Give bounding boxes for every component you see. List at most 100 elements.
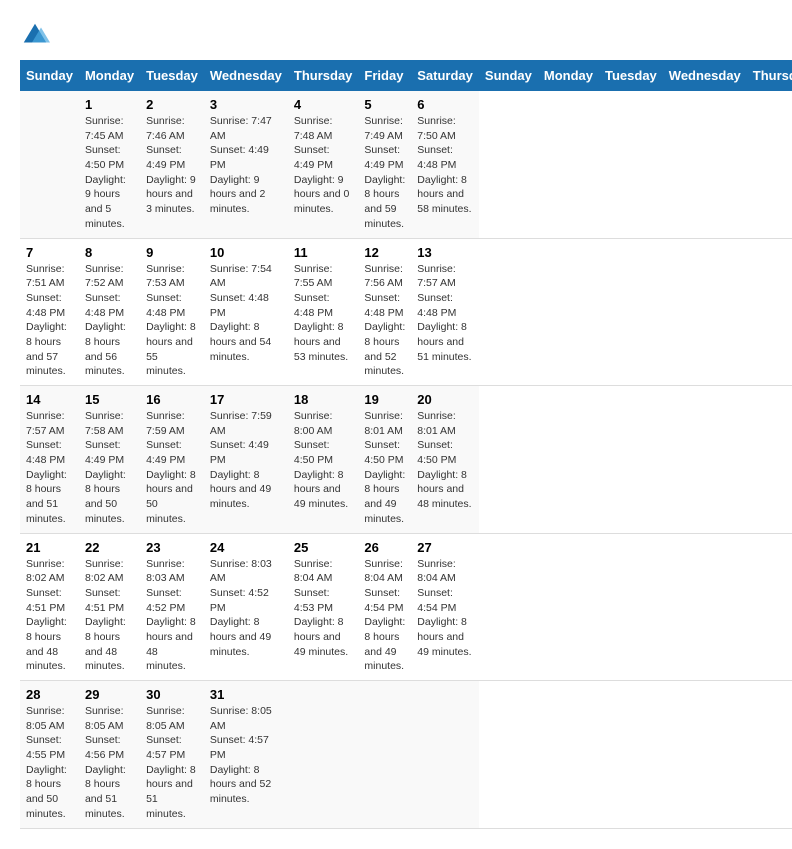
header-day-sunday: Sunday — [479, 60, 538, 91]
day-number: 11 — [294, 245, 353, 260]
day-number: 22 — [85, 540, 134, 555]
day-info: Sunrise: 7:45 AMSunset: 4:50 PMDaylight:… — [85, 114, 134, 232]
header-monday: Monday — [79, 60, 140, 91]
calendar-cell: 17 Sunrise: 7:59 AMSunset: 4:49 PMDayligh… — [204, 386, 288, 534]
calendar-cell: 3Sunrise: 7:47 AMSunset: 4:49 PMDaylight… — [204, 91, 288, 238]
calendar-cell — [358, 681, 411, 829]
calendar-cell: 25 Sunrise: 8:04 AMSunset: 4:53 PMDayligh… — [288, 533, 359, 681]
calendar-cell: 21Sunrise: 8:02 AMSunset: 4:51 PMDayligh… — [20, 533, 79, 681]
header-thursday: Thursday — [288, 60, 359, 91]
day-info: Sunrise: 8:00 AMSunset: 4:50 PMDaylight:… — [294, 409, 353, 512]
day-number: 30 — [146, 687, 198, 702]
calendar-cell: 15Sunrise: 7:58 AMSunset: 4:49 PMDayligh… — [79, 386, 140, 534]
day-number: 9 — [146, 245, 198, 260]
calendar-cell: 13 Sunrise: 7:57 AMSunset: 4:48 PMDayligh… — [411, 238, 479, 386]
calendar-cell — [20, 91, 79, 238]
calendar-cell: 2 Sunrise: 7:46 AMSunset: 4:49 PMDaylight… — [140, 91, 204, 238]
header-tuesday: Tuesday — [140, 60, 204, 91]
day-info: Sunrise: 8:05 AMSunset: 4:57 PMDaylight:… — [146, 704, 198, 822]
header-day-thursday: Thursday — [747, 60, 792, 91]
day-info: Sunrise: 7:59 AMSunset: 4:49 PMDaylight:… — [210, 409, 282, 512]
day-number: 31 — [210, 687, 282, 702]
day-number: 27 — [417, 540, 473, 555]
calendar-cell: 5 Sunrise: 7:49 AMSunset: 4:49 PMDaylight… — [358, 91, 411, 238]
calendar-week-row: 14 Sunrise: 7:57 AMSunset: 4:48 PMDayligh… — [20, 386, 792, 534]
calendar-cell: 6Sunrise: 7:50 AMSunset: 4:48 PMDaylight… — [411, 91, 479, 238]
calendar-cell: 11Sunrise: 7:55 AMSunset: 4:48 PMDayligh… — [288, 238, 359, 386]
day-info: Sunrise: 7:52 AMSunset: 4:48 PMDaylight:… — [85, 262, 134, 380]
day-info: Sunrise: 8:05 AMSunset: 4:56 PMDaylight:… — [85, 704, 134, 822]
day-info: Sunrise: 7:56 AMSunset: 4:48 PMDaylight:… — [364, 262, 405, 380]
day-info: Sunrise: 8:04 AMSunset: 4:54 PMDaylight:… — [364, 557, 405, 675]
day-number: 26 — [364, 540, 405, 555]
day-info: Sunrise: 7:46 AMSunset: 4:49 PMDaylight:… — [146, 114, 198, 217]
day-number: 5 — [364, 97, 405, 112]
day-number: 24 — [210, 540, 282, 555]
day-number: 13 — [417, 245, 473, 260]
header-friday: Friday — [358, 60, 411, 91]
day-number: 12 — [364, 245, 405, 260]
day-info: Sunrise: 7:48 AMSunset: 4:49 PMDaylight:… — [294, 114, 353, 217]
day-number: 2 — [146, 97, 198, 112]
day-number: 16 — [146, 392, 198, 407]
day-number: 1 — [85, 97, 134, 112]
day-info: Sunrise: 7:57 AMSunset: 4:48 PMDaylight:… — [26, 409, 73, 527]
calendar-cell: 7 Sunrise: 7:51 AMSunset: 4:48 PMDaylight… — [20, 238, 79, 386]
day-number: 25 — [294, 540, 353, 555]
day-number: 20 — [417, 392, 473, 407]
day-number: 10 — [210, 245, 282, 260]
day-info: Sunrise: 7:58 AMSunset: 4:49 PMDaylight:… — [85, 409, 134, 527]
logo-icon — [20, 20, 50, 50]
calendar-cell: 30 Sunrise: 8:05 AMSunset: 4:57 PMDayligh… — [140, 681, 204, 829]
day-number: 3 — [210, 97, 282, 112]
calendar-cell: 8Sunrise: 7:52 AMSunset: 4:48 PMDaylight… — [79, 238, 140, 386]
day-number: 19 — [364, 392, 405, 407]
calendar-cell: 1 Sunrise: 7:45 AMSunset: 4:50 PMDaylight… — [79, 91, 140, 238]
calendar-week-row: 7 Sunrise: 7:51 AMSunset: 4:48 PMDaylight… — [20, 238, 792, 386]
day-info: Sunrise: 8:02 AMSunset: 4:51 PMDaylight:… — [26, 557, 73, 675]
calendar-cell: 24 Sunrise: 8:03 AMSunset: 4:52 PMDayligh… — [204, 533, 288, 681]
day-number: 28 — [26, 687, 73, 702]
calendar-cell: 28 Sunrise: 8:05 AMSunset: 4:55 PMDayligh… — [20, 681, 79, 829]
day-info: Sunrise: 7:51 AMSunset: 4:48 PMDaylight:… — [26, 262, 73, 380]
calendar-week-row: 28 Sunrise: 8:05 AMSunset: 4:55 PMDayligh… — [20, 681, 792, 829]
day-number: 18 — [294, 392, 353, 407]
logo — [20, 20, 54, 50]
calendar-cell: 31Sunrise: 8:05 AMSunset: 4:57 PMDayligh… — [204, 681, 288, 829]
day-number: 7 — [26, 245, 73, 260]
calendar-cell: 22 Sunrise: 8:02 AMSunset: 4:51 PMDayligh… — [79, 533, 140, 681]
header-day-monday: Monday — [538, 60, 599, 91]
day-info: Sunrise: 8:01 AMSunset: 4:50 PMDaylight:… — [364, 409, 405, 527]
day-info: Sunrise: 7:53 AMSunset: 4:48 PMDaylight:… — [146, 262, 198, 380]
calendar-week-row: 1 Sunrise: 7:45 AMSunset: 4:50 PMDaylight… — [20, 91, 792, 238]
day-info: Sunrise: 7:49 AMSunset: 4:49 PMDaylight:… — [364, 114, 405, 232]
calendar-cell: 14 Sunrise: 7:57 AMSunset: 4:48 PMDayligh… — [20, 386, 79, 534]
day-info: Sunrise: 8:03 AMSunset: 4:52 PMDaylight:… — [146, 557, 198, 675]
day-number: 29 — [85, 687, 134, 702]
calendar-header-row: SundayMondayTuesdayWednesdayThursdayFrid… — [20, 60, 792, 91]
header-wednesday: Wednesday — [204, 60, 288, 91]
calendar-cell — [411, 681, 479, 829]
day-info: Sunrise: 7:57 AMSunset: 4:48 PMDaylight:… — [417, 262, 473, 365]
header-sunday: Sunday — [20, 60, 79, 91]
header-saturday: Saturday — [411, 60, 479, 91]
day-number: 23 — [146, 540, 198, 555]
calendar-cell: 9 Sunrise: 7:53 AMSunset: 4:48 PMDaylight… — [140, 238, 204, 386]
day-info: Sunrise: 8:05 AMSunset: 4:55 PMDaylight:… — [26, 704, 73, 822]
calendar-cell: 23 Sunrise: 8:03 AMSunset: 4:52 PMDayligh… — [140, 533, 204, 681]
calendar-week-row: 21Sunrise: 8:02 AMSunset: 4:51 PMDayligh… — [20, 533, 792, 681]
calendar-cell: 18 Sunrise: 8:00 AMSunset: 4:50 PMDayligh… — [288, 386, 359, 534]
day-info: Sunrise: 8:03 AMSunset: 4:52 PMDaylight:… — [210, 557, 282, 660]
calendar-cell: 29 Sunrise: 8:05 AMSunset: 4:56 PMDayligh… — [79, 681, 140, 829]
day-info: Sunrise: 8:04 AMSunset: 4:54 PMDaylight:… — [417, 557, 473, 660]
day-info: Sunrise: 8:01 AMSunset: 4:50 PMDaylight:… — [417, 409, 473, 512]
calendar-cell: 20 Sunrise: 8:01 AMSunset: 4:50 PMDayligh… — [411, 386, 479, 534]
header-day-tuesday: Tuesday — [599, 60, 663, 91]
day-number: 14 — [26, 392, 73, 407]
day-number: 17 — [210, 392, 282, 407]
calendar-cell: 12 Sunrise: 7:56 AMSunset: 4:48 PMDayligh… — [358, 238, 411, 386]
calendar-table: SundayMondayTuesdayWednesdayThursdayFrid… — [20, 60, 792, 829]
calendar-cell: 10Sunrise: 7:54 AMSunset: 4:48 PMDayligh… — [204, 238, 288, 386]
day-info: Sunrise: 8:02 AMSunset: 4:51 PMDaylight:… — [85, 557, 134, 675]
day-info: Sunrise: 8:04 AMSunset: 4:53 PMDaylight:… — [294, 557, 353, 660]
